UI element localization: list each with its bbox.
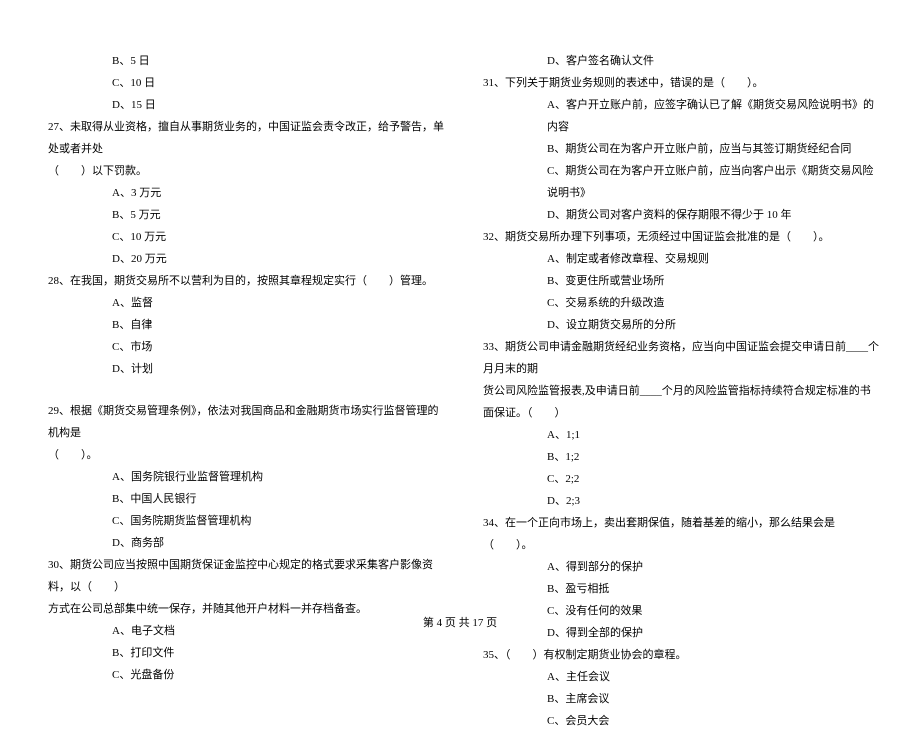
q28-option-c: C、市场 xyxy=(40,336,445,358)
q35-option-a: A、主任会议 xyxy=(475,666,880,688)
q33-option-d: D、2;3 xyxy=(475,490,880,512)
question-31: 31、下列关于期货业务规则的表述中，错误的是（ ）。 xyxy=(475,72,880,94)
q27-option-a: A、3 万元 xyxy=(40,182,445,204)
q28-option-b: B、自律 xyxy=(40,314,445,336)
q33-option-c: C、2;2 xyxy=(475,468,880,490)
q32-option-a: A、制定或者修改章程、交易规则 xyxy=(475,248,880,270)
q29-option-c: C、国务院期货监督管理机构 xyxy=(40,510,445,532)
option-b: B、5 日 xyxy=(40,50,445,72)
q28-option-a: A、监督 xyxy=(40,292,445,314)
q32-option-b: B、变更住所或营业场所 xyxy=(475,270,880,292)
q33-option-a: A、1;1 xyxy=(475,424,880,446)
q31-option-a: A、客户开立账户前，应签字确认已了解《期货交易风险说明书》的内容 xyxy=(475,94,880,138)
question-33-cont: 货公司风险监管报表,及申请日前____个月的风险监管指标持续符合规定标准的书面保… xyxy=(475,380,880,424)
question-27: 27、未取得从业资格，擅自从事期货业务的，中国证监会责令改正，给予警告，单处或者… xyxy=(40,116,445,160)
question-28: 28、在我国，期货交易所不以营利为目的，按照其章程规定实行（ ）管理。 xyxy=(40,270,445,292)
q30-option-b: B、打印文件 xyxy=(40,642,445,664)
q32-option-c: C、交易系统的升级改造 xyxy=(475,292,880,314)
q27-option-c: C、10 万元 xyxy=(40,226,445,248)
question-27-cont: （ ）以下罚款。 xyxy=(40,160,445,182)
question-29: 29、根据《期货交易管理条例》，依法对我国商品和金融期货市场实行监督管理的机构是 xyxy=(40,400,445,444)
q31-option-c: C、期货公司在为客户开立账户前，应当向客户出示《期货交易风险说明书》 xyxy=(475,160,880,204)
q31-option-d: D、期货公司对客户资料的保存期限不得少于 10 年 xyxy=(475,204,880,226)
option-d: D、15 日 xyxy=(40,94,445,116)
q29-option-b: B、中国人民银行 xyxy=(40,488,445,510)
q35-option-b: B、主席会议 xyxy=(475,688,880,710)
question-32: 32、期货交易所办理下列事项，无须经过中国证监会批准的是（ ）。 xyxy=(475,226,880,248)
question-29-cont: （ ）。 xyxy=(40,444,445,466)
q30-option-c: C、光盘备份 xyxy=(40,664,445,686)
q31-option-b: B、期货公司在为客户开立账户前，应当与其签订期货经纪合同 xyxy=(475,138,880,160)
question-35: 35、（ ）有权制定期货业协会的章程。 xyxy=(475,644,880,666)
question-33: 33、期货公司申请金融期货经纪业务资格，应当向中国证监会提交申请日前____个月… xyxy=(475,336,880,380)
q27-option-d: D、20 万元 xyxy=(40,248,445,270)
q34-option-b: B、盈亏相抵 xyxy=(475,578,880,600)
q29-option-a: A、国务院银行业监督管理机构 xyxy=(40,466,445,488)
question-34: 34、在一个正向市场上，卖出套期保值，随着基差的缩小，那么结果会是（ ）。 xyxy=(475,512,880,556)
q34-option-a: A、得到部分的保护 xyxy=(475,556,880,578)
q32-option-d: D、设立期货交易所的分所 xyxy=(475,314,880,336)
q29-option-d: D、商务部 xyxy=(40,532,445,554)
q28-option-d: D、计划 xyxy=(40,358,445,380)
question-30: 30、期货公司应当按照中国期货保证金监控中心规定的格式要求采集客户影像资料，以（… xyxy=(40,554,445,598)
option-d-right: D、客户签名确认文件 xyxy=(475,50,880,72)
page-footer: 第 4 页 共 17 页 xyxy=(0,614,920,630)
page-container: B、5 日 C、10 日 D、15 日 27、未取得从业资格，擅自从事期货业务的… xyxy=(0,0,920,752)
q27-option-b: B、5 万元 xyxy=(40,204,445,226)
option-c: C、10 日 xyxy=(40,72,445,94)
q35-option-c: C、会员大会 xyxy=(475,710,880,732)
q33-option-b: B、1;2 xyxy=(475,446,880,468)
